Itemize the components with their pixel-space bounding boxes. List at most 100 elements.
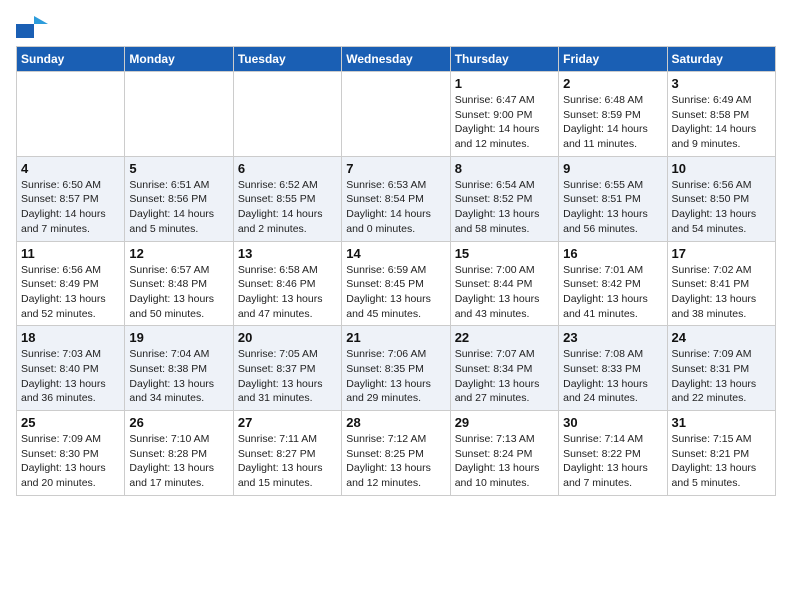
day-number: 16	[563, 246, 662, 261]
day-info: Sunrise: 7:00 AM Sunset: 8:44 PM Dayligh…	[455, 263, 554, 322]
day-info: Sunrise: 6:52 AM Sunset: 8:55 PM Dayligh…	[238, 178, 337, 237]
day-number: 5	[129, 161, 228, 176]
calendar-cell: 5 Sunrise: 6:51 AM Sunset: 8:56 PM Daylig…	[125, 156, 233, 241]
calendar-cell: 10Sunrise: 6:56 AM Sunset: 8:50 PM Dayli…	[667, 156, 775, 241]
calendar-week-row: 25 Sunrise: 7:09 AM Sunset: 8:30 PM Dayli…	[17, 411, 776, 496]
calendar-cell: 6 Sunrise: 6:52 AM Sunset: 8:55 PM Daylig…	[233, 156, 341, 241]
day-number: 27	[238, 415, 337, 430]
calendar-cell: 13 Sunrise: 6:58 AM Sunset: 8:46 PM Dayli…	[233, 241, 341, 326]
day-header-friday: Friday	[559, 47, 667, 72]
day-number: 22	[455, 330, 554, 345]
calendar-cell: 18Sunrise: 7:03 AM Sunset: 8:40 PM Dayli…	[17, 326, 125, 411]
calendar-cell: 21 Sunrise: 7:06 AM Sunset: 8:35 PM Dayli…	[342, 326, 450, 411]
day-number: 18	[21, 330, 120, 345]
day-header-saturday: Saturday	[667, 47, 775, 72]
day-info: Sunrise: 7:08 AM Sunset: 8:33 PM Dayligh…	[563, 347, 662, 406]
calendar-week-row: 1 Sunrise: 6:47 AM Sunset: 9:00 PM Daylig…	[17, 72, 776, 157]
day-info: Sunrise: 7:07 AM Sunset: 8:34 PM Dayligh…	[455, 347, 554, 406]
day-info: Sunrise: 6:51 AM Sunset: 8:56 PM Dayligh…	[129, 178, 228, 237]
logo-icon	[16, 16, 48, 38]
calendar-cell: 11Sunrise: 6:56 AM Sunset: 8:49 PM Dayli…	[17, 241, 125, 326]
day-number: 4	[21, 161, 120, 176]
day-info: Sunrise: 6:56 AM Sunset: 8:50 PM Dayligh…	[672, 178, 771, 237]
day-number: 19	[129, 330, 228, 345]
day-info: Sunrise: 7:01 AM Sunset: 8:42 PM Dayligh…	[563, 263, 662, 322]
day-info: Sunrise: 7:06 AM Sunset: 8:35 PM Dayligh…	[346, 347, 445, 406]
day-number: 20	[238, 330, 337, 345]
day-header-monday: Monday	[125, 47, 233, 72]
day-number: 7	[346, 161, 445, 176]
day-number: 14	[346, 246, 445, 261]
calendar-cell: 31 Sunrise: 7:15 AM Sunset: 8:21 PM Dayli…	[667, 411, 775, 496]
calendar-cell: 17 Sunrise: 7:02 AM Sunset: 8:41 PM Dayli…	[667, 241, 775, 326]
day-info: Sunrise: 7:02 AM Sunset: 8:41 PM Dayligh…	[672, 263, 771, 322]
page-header	[16, 16, 776, 38]
day-info: Sunrise: 7:12 AM Sunset: 8:25 PM Dayligh…	[346, 432, 445, 491]
day-number: 24	[672, 330, 771, 345]
day-number: 1	[455, 76, 554, 91]
day-number: 28	[346, 415, 445, 430]
day-info: Sunrise: 6:47 AM Sunset: 9:00 PM Dayligh…	[455, 93, 554, 152]
day-number: 13	[238, 246, 337, 261]
day-number: 8	[455, 161, 554, 176]
day-info: Sunrise: 7:11 AM Sunset: 8:27 PM Dayligh…	[238, 432, 337, 491]
day-number: 17	[672, 246, 771, 261]
day-number: 3	[672, 76, 771, 91]
calendar-cell: 28 Sunrise: 7:12 AM Sunset: 8:25 PM Dayli…	[342, 411, 450, 496]
day-info: Sunrise: 7:09 AM Sunset: 8:30 PM Dayligh…	[21, 432, 120, 491]
day-info: Sunrise: 6:57 AM Sunset: 8:48 PM Dayligh…	[129, 263, 228, 322]
logo	[16, 16, 50, 38]
day-header-tuesday: Tuesday	[233, 47, 341, 72]
calendar-cell: 7Sunrise: 6:53 AM Sunset: 8:54 PM Daylig…	[342, 156, 450, 241]
calendar-cell: 27 Sunrise: 7:11 AM Sunset: 8:27 PM Dayli…	[233, 411, 341, 496]
calendar-cell: 26 Sunrise: 7:10 AM Sunset: 8:28 PM Dayli…	[125, 411, 233, 496]
calendar-cell: 23Sunrise: 7:08 AM Sunset: 8:33 PM Dayli…	[559, 326, 667, 411]
day-number: 26	[129, 415, 228, 430]
calendar-cell	[233, 72, 341, 157]
day-number: 25	[21, 415, 120, 430]
calendar-header-row: SundayMondayTuesdayWednesdayThursdayFrid…	[17, 47, 776, 72]
calendar-cell: 3 Sunrise: 6:49 AM Sunset: 8:58 PM Daylig…	[667, 72, 775, 157]
calendar-cell: 15 Sunrise: 7:00 AM Sunset: 8:44 PM Dayli…	[450, 241, 558, 326]
calendar-cell: 1 Sunrise: 6:47 AM Sunset: 9:00 PM Daylig…	[450, 72, 558, 157]
calendar-cell: 22 Sunrise: 7:07 AM Sunset: 8:34 PM Dayli…	[450, 326, 558, 411]
calendar-cell: 2Sunrise: 6:48 AM Sunset: 8:59 PM Daylig…	[559, 72, 667, 157]
calendar-cell: 29 Sunrise: 7:13 AM Sunset: 8:24 PM Dayli…	[450, 411, 558, 496]
calendar-cell: 25 Sunrise: 7:09 AM Sunset: 8:30 PM Dayli…	[17, 411, 125, 496]
day-info: Sunrise: 7:15 AM Sunset: 8:21 PM Dayligh…	[672, 432, 771, 491]
day-number: 21	[346, 330, 445, 345]
day-number: 9	[563, 161, 662, 176]
day-number: 29	[455, 415, 554, 430]
calendar-cell: 12Sunrise: 6:57 AM Sunset: 8:48 PM Dayli…	[125, 241, 233, 326]
day-info: Sunrise: 6:50 AM Sunset: 8:57 PM Dayligh…	[21, 178, 120, 237]
calendar-cell	[342, 72, 450, 157]
day-info: Sunrise: 6:58 AM Sunset: 8:46 PM Dayligh…	[238, 263, 337, 322]
day-info: Sunrise: 6:55 AM Sunset: 8:51 PM Dayligh…	[563, 178, 662, 237]
calendar-cell: 9 Sunrise: 6:55 AM Sunset: 8:51 PM Daylig…	[559, 156, 667, 241]
calendar-cell: 16 Sunrise: 7:01 AM Sunset: 8:42 PM Dayli…	[559, 241, 667, 326]
day-number: 30	[563, 415, 662, 430]
day-header-wednesday: Wednesday	[342, 47, 450, 72]
day-info: Sunrise: 7:09 AM Sunset: 8:31 PM Dayligh…	[672, 347, 771, 406]
calendar-cell: 30 Sunrise: 7:14 AM Sunset: 8:22 PM Dayli…	[559, 411, 667, 496]
day-info: Sunrise: 6:48 AM Sunset: 8:59 PM Dayligh…	[563, 93, 662, 152]
day-header-sunday: Sunday	[17, 47, 125, 72]
calendar-cell: 20Sunrise: 7:05 AM Sunset: 8:37 PM Dayli…	[233, 326, 341, 411]
day-info: Sunrise: 6:49 AM Sunset: 8:58 PM Dayligh…	[672, 93, 771, 152]
day-info: Sunrise: 7:04 AM Sunset: 8:38 PM Dayligh…	[129, 347, 228, 406]
day-info: Sunrise: 7:10 AM Sunset: 8:28 PM Dayligh…	[129, 432, 228, 491]
calendar-cell: 24 Sunrise: 7:09 AM Sunset: 8:31 PM Dayli…	[667, 326, 775, 411]
day-number: 31	[672, 415, 771, 430]
day-info: Sunrise: 7:13 AM Sunset: 8:24 PM Dayligh…	[455, 432, 554, 491]
calendar-cell: 4 Sunrise: 6:50 AM Sunset: 8:57 PM Daylig…	[17, 156, 125, 241]
day-number: 6	[238, 161, 337, 176]
calendar-week-row: 4 Sunrise: 6:50 AM Sunset: 8:57 PM Daylig…	[17, 156, 776, 241]
calendar-cell: 8Sunrise: 6:54 AM Sunset: 8:52 PM Daylig…	[450, 156, 558, 241]
calendar-cell: 14 Sunrise: 6:59 AM Sunset: 8:45 PM Dayli…	[342, 241, 450, 326]
calendar-cell: 19 Sunrise: 7:04 AM Sunset: 8:38 PM Dayli…	[125, 326, 233, 411]
day-info: Sunrise: 7:14 AM Sunset: 8:22 PM Dayligh…	[563, 432, 662, 491]
calendar-table: SundayMondayTuesdayWednesdayThursdayFrid…	[16, 46, 776, 496]
calendar-week-row: 11Sunrise: 6:56 AM Sunset: 8:49 PM Dayli…	[17, 241, 776, 326]
day-number: 15	[455, 246, 554, 261]
day-info: Sunrise: 6:59 AM Sunset: 8:45 PM Dayligh…	[346, 263, 445, 322]
